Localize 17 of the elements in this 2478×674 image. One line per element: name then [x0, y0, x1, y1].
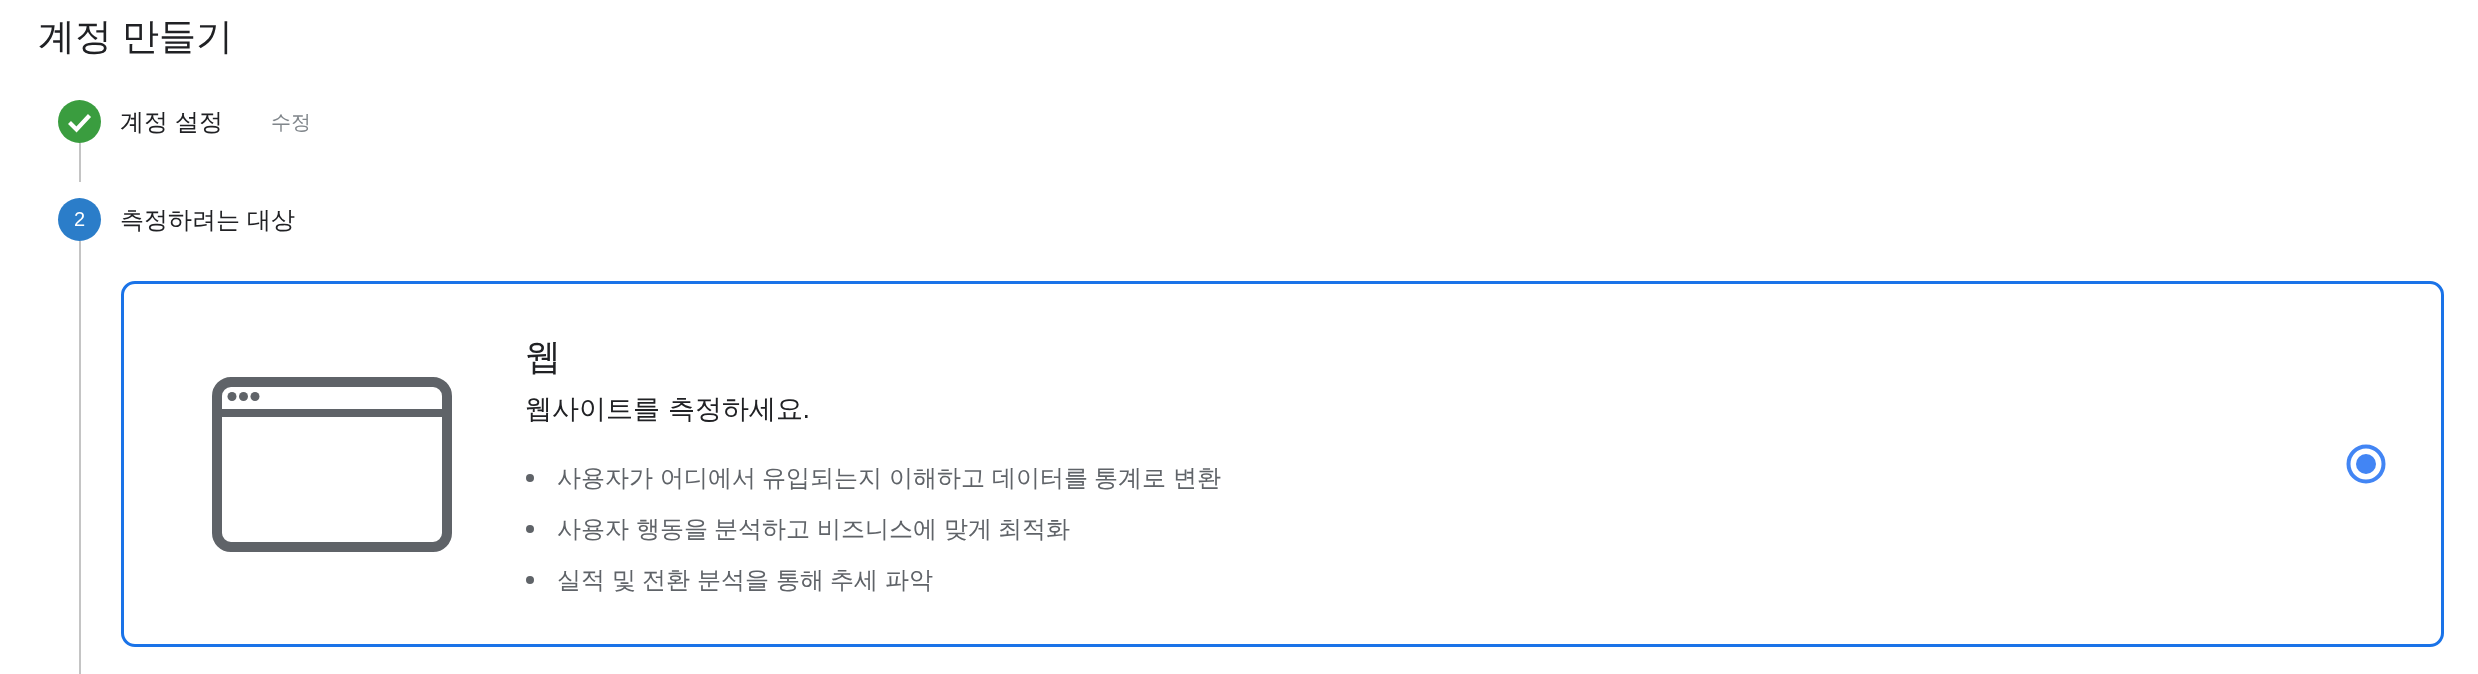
- feature-text: 사용자 행동을 분석하고 비즈니스에 맞게 최적화: [557, 514, 1071, 544]
- step-number: 2: [58, 198, 101, 241]
- stepper-line: [78, 143, 81, 182]
- bullet-icon: [526, 525, 534, 533]
- bullet-icon: [526, 474, 534, 482]
- page-title: 계정 만들기: [38, 15, 234, 59]
- feature-text: 사용자가 어디에서 유입되는지 이해하고 데이터를 통계로 변환: [557, 463, 1221, 493]
- option-card[interactable]: 웹 웹사이트를 측정하세요. 사용자가 어디에서 유입되는지 이해하고 데이터를 통계로 변환 사용자 행동을 분석하고 비즈니스에 맞게 최적화 실적 및 전환 분석을 통해 추세 파악: [121, 281, 2444, 647]
- option-title: 웹: [525, 334, 561, 379]
- option-subtitle: 웹사이트를 측정하세요.: [525, 392, 810, 426]
- browser-window-icon: [212, 376, 452, 552]
- bullet-icon: [526, 576, 534, 584]
- step-label: 측정하려는 대상: [120, 204, 295, 235]
- feature-text: 실적 및 전환 분석을 통해 추세 파악: [557, 565, 933, 595]
- edit-link[interactable]: 수정: [270, 108, 311, 135]
- radio-button[interactable]: [2346, 444, 2386, 484]
- step-label: 계정 설정: [120, 106, 223, 137]
